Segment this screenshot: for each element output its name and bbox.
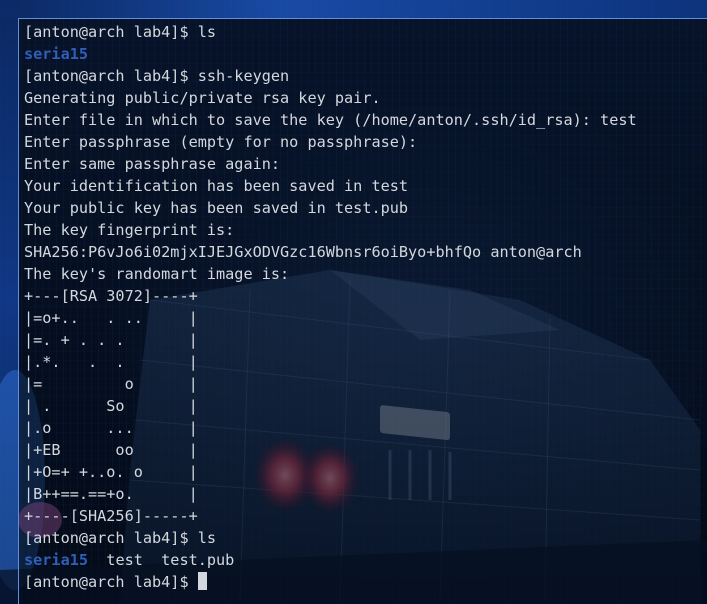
randomart-line: | . So | [24, 397, 198, 415]
terminal-line-prompt-ls: [anton@arch lab4]$ ls [24, 23, 217, 41]
randomart-line: +---[RSA 3072]----+ [24, 287, 198, 305]
terminal-output-line: Enter passphrase (empty for no passphras… [24, 133, 418, 151]
wallpaper-strip-top [0, 0, 707, 18]
terminal-output-line: The key's randomart image is: [24, 265, 290, 283]
prompt-text: [anton@arch lab4]$ [24, 573, 198, 591]
randomart-line: |+EB oo | [24, 441, 198, 459]
terminal-line-active-prompt[interactable]: [anton@arch lab4]$ [24, 571, 707, 593]
directory-entry: seria15 [24, 551, 89, 569]
terminal-output-line: The key fingerprint is: [24, 221, 235, 239]
randomart-line: |.*. . . | [24, 353, 198, 371]
terminal-window[interactable]: [anton@arch lab4]$ ls seria15 [anton@arc… [18, 18, 707, 604]
terminal-line-ls-output: seria15 [24, 43, 707, 65]
randomart-line: |+O=+ +..o. o | [24, 463, 198, 481]
terminal-output-line: Your public key has been saved in test.p… [24, 199, 409, 217]
file-entries: test test.pub [88, 551, 235, 569]
randomart-line: |=o+.. . .. | [24, 309, 198, 327]
terminal-output-line: Enter same passphrase again: [24, 155, 281, 173]
randomart-line: +----[SHA256]-----+ [24, 507, 198, 525]
terminal-line-prompt-ssh-keygen: [anton@arch lab4]$ ssh-keygen [24, 67, 290, 85]
terminal-output-line: Enter file in which to save the key (/ho… [24, 111, 637, 129]
terminal-output-line: Generating public/private rsa key pair. [24, 89, 381, 107]
wallpaper-strip-left [0, 0, 18, 604]
randomart-line: |B++==.==+o. | [24, 485, 198, 503]
randomart-line: |= o | [24, 375, 198, 393]
randomart-line: |=. + . . . | [24, 331, 198, 349]
directory-entry: seria15 [24, 45, 89, 63]
terminal-output-line: SHA256:P6vJo6i02mjxIJEJGxODVGzc16Wbnsr6o… [24, 243, 582, 261]
desktop-wallpaper: [anton@arch lab4]$ ls seria15 [anton@arc… [0, 0, 707, 604]
text-cursor [197, 572, 207, 590]
terminal-line-prompt-ls-2: [anton@arch lab4]$ ls [24, 529, 217, 547]
randomart-line: |.o ... | [24, 419, 198, 437]
terminal-line-ls-output-2: seria15 test test.pub [24, 549, 707, 571]
terminal-output-line: Your identification has been saved in te… [24, 177, 409, 195]
